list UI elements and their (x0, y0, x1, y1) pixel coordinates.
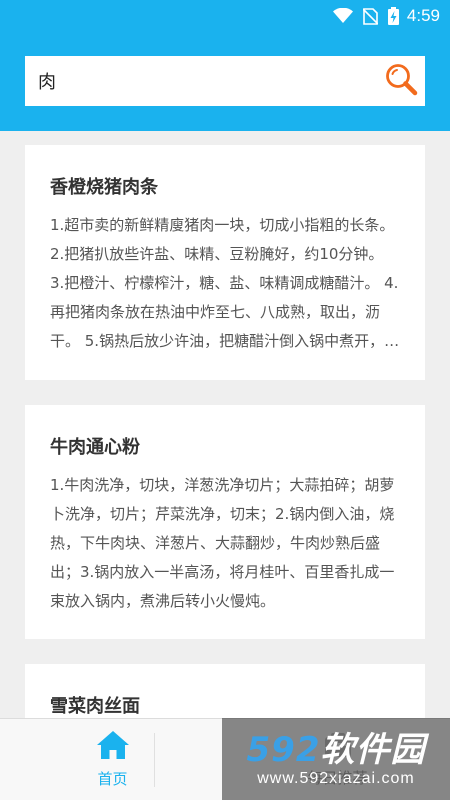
search-box (25, 56, 425, 106)
tab-daily-recommend[interactable]: 每日推荐 (225, 719, 450, 800)
recipe-card[interactable]: 牛肉通心粉 1.牛肉洗净，切块，洋葱洗净切片；大蒜拍碎；胡萝卜洗净，切片；芹菜洗… (25, 405, 425, 639)
tab-home[interactable]: 首页 (0, 719, 225, 800)
no-sim-icon (362, 7, 378, 25)
home-icon (96, 730, 130, 764)
status-time: 4:59 (406, 6, 440, 25)
recipe-description: 1.超市卖的新鲜精廋猪肉一块，切成小指粗的长条。 2.把猪扒放些许盐、味精、豆粉… (50, 216, 400, 350)
recipe-card[interactable]: 雪菜肉丝面 (25, 664, 425, 718)
search-input[interactable] (25, 56, 377, 106)
search-button[interactable] (377, 56, 425, 106)
tab-home-label: 首页 (97, 770, 128, 788)
recipe-title: 雪菜肉丝面 (50, 696, 140, 717)
results-list: 香橙烧猪肉条 1.超市卖的新鲜精廋猪肉一块，切成小指粗的长条。 2.把猪扒放些许… (0, 131, 450, 718)
battery-charging-icon (387, 7, 399, 25)
wifi-icon (332, 8, 353, 24)
recipe-title: 牛肉通心粉 (50, 437, 140, 458)
recipe-title: 香橙烧猪肉条 (50, 177, 158, 198)
recipe-description: 1.牛肉洗净，切块，洋葱洗净切片；大蒜拍碎；胡萝卜洗净，切片；芹菜洗净，切末；2… (50, 476, 395, 610)
search-icon (384, 62, 418, 100)
tab-daily-recommend-label: 每日推荐 (307, 769, 368, 787)
app-header: 4:59 (0, 0, 450, 131)
recommend-icon (322, 731, 354, 763)
bottom-tab-bar: 首页 每日推荐 (0, 718, 450, 800)
recipe-card[interactable]: 香橙烧猪肉条 1.超市卖的新鲜精廋猪肉一块，切成小指粗的长条。 2.把猪扒放些许… (25, 145, 425, 380)
status-bar: 4:59 (0, 0, 450, 32)
tab-divider (154, 733, 155, 787)
